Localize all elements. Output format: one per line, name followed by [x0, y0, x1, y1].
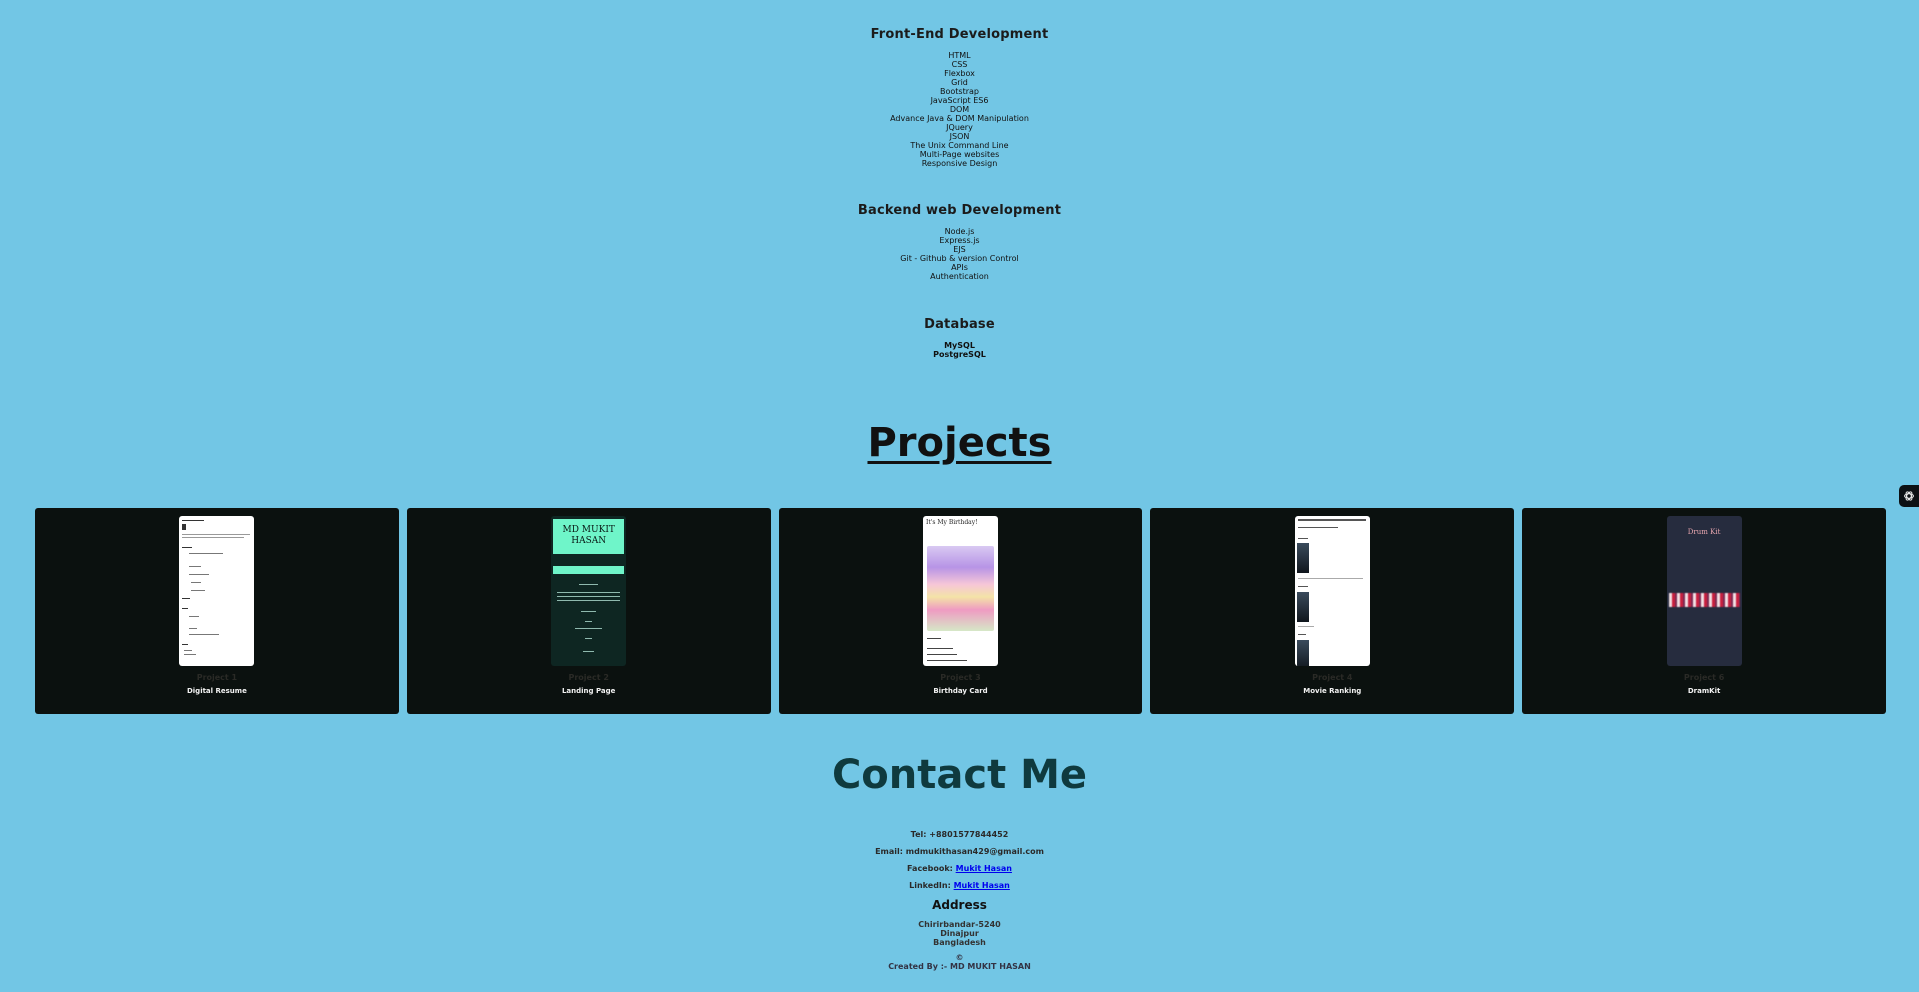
- projects-heading: Projects: [867, 420, 1052, 466]
- chatgpt-like-icon: [1904, 491, 1914, 501]
- project-name[interactable]: Movie Ranking: [1303, 687, 1361, 695]
- side-assistant-button[interactable]: [1899, 485, 1919, 507]
- contact-email: Email: mdmukithasan429@gmail.com: [0, 847, 1919, 856]
- contact-facebook: Facebook: Mukit Hasan: [0, 864, 1919, 873]
- database-title: Database: [924, 317, 995, 332]
- skill-item: Multi-Page websites: [919, 150, 1000, 159]
- skill-item: MySQL: [944, 341, 975, 350]
- thumbnail-title: It's My Birthday!: [925, 519, 978, 526]
- backend-skills: Backend web Development Node.js Express.…: [0, 203, 1919, 281]
- thumbnail-title: Drum Kit: [1687, 528, 1721, 536]
- address-lines: Chirirbandar-5240 Dinajpur Bangladesh: [0, 920, 1919, 947]
- skill-item: EJS: [953, 245, 966, 254]
- project-number: Project 3: [940, 673, 981, 682]
- project-number: Project 1: [196, 673, 238, 682]
- address-line: Dinajpur: [940, 929, 979, 938]
- skill-item: Authentication: [930, 272, 989, 281]
- project-number: Project 2: [568, 673, 609, 682]
- contact-linkedin: LinkedIn: Mukit Hasan: [0, 881, 1919, 890]
- tel-value: +8801577844452: [929, 830, 1009, 839]
- project-cards: Project 1 Digital Resume MD MUKIT HASAN …: [35, 508, 1886, 714]
- frontend-skills: Front-End Development HTML CSS Flexbox G…: [0, 27, 1919, 168]
- backend-list: Node.js Express.js EJS Git - Github & ve…: [0, 227, 1919, 281]
- address-line: Chirirbandar-5240: [918, 920, 1001, 929]
- skill-item: DOM: [949, 105, 970, 114]
- project-thumbnail[interactable]: [1294, 516, 1370, 666]
- frontend-list: HTML CSS Flexbox Grid Bootstrap JavaScri…: [0, 51, 1919, 168]
- skill-item: Responsive Design: [921, 159, 998, 168]
- project-number: Project 4: [1312, 673, 1353, 682]
- database-list: MySQL PostgreSQL: [0, 341, 1919, 359]
- cake-image: [926, 546, 994, 631]
- project-thumbnail[interactable]: Drum Kit: [1666, 516, 1742, 666]
- project-number: Project 6: [1683, 673, 1725, 682]
- project-card-4[interactable]: Project 4 Movie Ranking: [1150, 508, 1515, 714]
- created-by: Created By :- MD MUKIT HASAN: [888, 962, 1031, 971]
- backend-title: Backend web Development: [857, 203, 1062, 218]
- thumbnail-title: MD MUKIT HASAN: [553, 519, 625, 554]
- skill-item: Grid: [951, 78, 968, 87]
- contact-heading: Contact Me: [831, 752, 1088, 798]
- skill-item: PostgreSQL: [933, 350, 986, 359]
- skill-item: HTML: [948, 51, 971, 60]
- project-card-3[interactable]: It's My Birthday! Project 3 Birthday Car…: [778, 508, 1143, 714]
- skill-item: JSON: [949, 132, 970, 141]
- linkedin-link[interactable]: Mukit Hasan: [954, 881, 1010, 890]
- project-name[interactable]: Digital Resume: [187, 687, 247, 695]
- project-name[interactable]: Birthday Card: [933, 687, 987, 695]
- skill-item: Advance Java & DOM Manipulation: [890, 114, 1029, 123]
- project-thumbnail[interactable]: It's My Birthday!: [922, 516, 998, 666]
- project-thumbnail[interactable]: MD MUKIT HASAN: [551, 516, 627, 666]
- skill-item: JQuery: [946, 123, 973, 132]
- email-label: Email:: [875, 847, 903, 856]
- project-card-1[interactable]: Project 1 Digital Resume: [35, 508, 399, 714]
- project-thumbnail[interactable]: [179, 516, 255, 666]
- contact-info: Tel: +8801577844452 Email: mdmukithasan4…: [0, 830, 1919, 971]
- skill-item: Node.js: [944, 227, 975, 236]
- skill-item: CSS: [951, 60, 968, 69]
- skill-item: The Unix Command Line: [910, 141, 1009, 150]
- footer: © Created By :- MD MUKIT HASAN: [0, 953, 1919, 971]
- skill-item: Flexbox: [944, 69, 975, 78]
- frontend-title: Front-End Development: [870, 27, 1049, 42]
- project-name[interactable]: DramKit: [1688, 687, 1720, 695]
- facebook-label: Facebook:: [907, 864, 953, 873]
- skill-item: Express.js: [939, 236, 980, 245]
- drum-keys-band: [1668, 593, 1740, 607]
- facebook-link[interactable]: Mukit Hasan: [956, 864, 1012, 873]
- database-skills: Database MySQL PostgreSQL: [0, 317, 1919, 359]
- skill-item: Git - Github & version Control: [900, 254, 1019, 263]
- email-value: mdmukithasan429@gmail.com: [905, 847, 1044, 856]
- address-heading: Address: [932, 898, 987, 912]
- skill-item: APIs: [951, 263, 968, 272]
- project-name[interactable]: Landing Page: [562, 687, 615, 695]
- project-card-2[interactable]: MD MUKIT HASAN Project 2 Landing Page: [406, 508, 771, 714]
- linkedin-label: LinkedIn:: [909, 881, 951, 890]
- tel-label: Tel:: [910, 830, 927, 839]
- skill-item: JavaScript ES6: [930, 96, 989, 105]
- copyright-symbol: ©: [955, 953, 964, 962]
- address-line: Bangladesh: [933, 938, 986, 947]
- skill-item: Bootstrap: [940, 87, 979, 96]
- project-card-5[interactable]: Drum Kit Project 6 DramKit: [1522, 508, 1886, 714]
- contact-tel: Tel: +8801577844452: [0, 830, 1919, 839]
